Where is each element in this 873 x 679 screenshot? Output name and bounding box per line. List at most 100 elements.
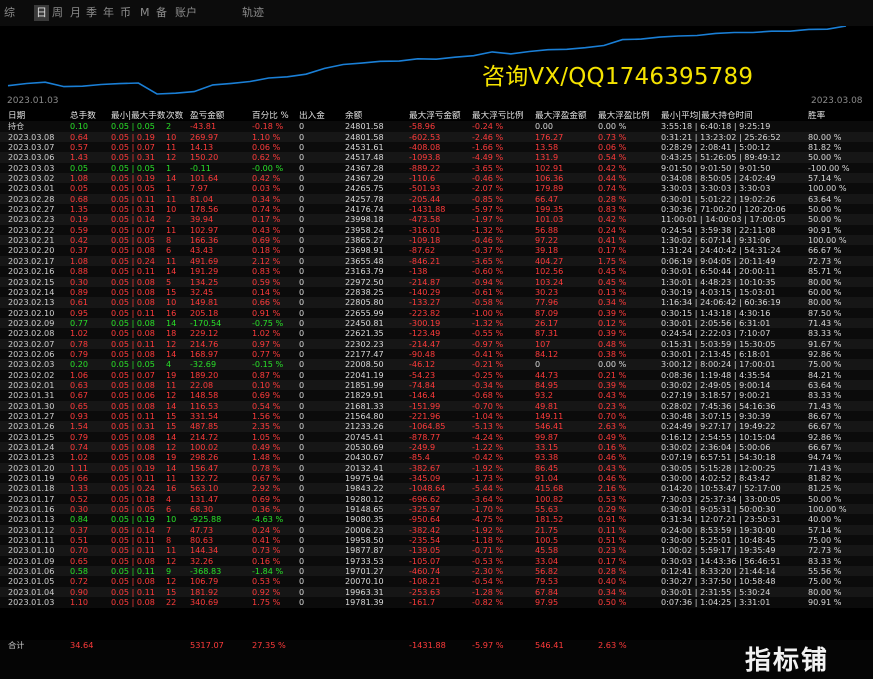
table-cell: 0 (299, 162, 305, 173)
toolbar-tab-7[interactable]: M (140, 5, 150, 21)
header-cell[interactable]: 胜率 (808, 111, 825, 121)
table-cell: 191.29 (190, 266, 219, 277)
toolbar-tab-9[interactable]: 账户 (175, 5, 197, 21)
table-cell: 2023.03.02 (8, 173, 55, 184)
table-cell: -4.24 % (472, 431, 504, 442)
toolbar-tab-5[interactable]: 年 (103, 5, 114, 21)
header-cell[interactable]: 盈亏金额 (190, 111, 224, 121)
table-cell: 24257.78 (345, 193, 384, 204)
table-cell: -2.46 % (472, 131, 504, 142)
table-cell: -5.13 % (472, 421, 504, 432)
toolbar-tab-0[interactable]: 综 (4, 5, 15, 21)
table-cell: 0.67 % (252, 473, 281, 484)
table-cell: 0.05 | 0.08 (111, 379, 155, 390)
table-cell: 0.24 % (598, 224, 627, 235)
table-cell: 23655.48 (345, 255, 384, 266)
table-cell: -1.04 % (472, 410, 504, 421)
header-cell[interactable]: 最小|平均|最大持仓时间 (661, 111, 753, 121)
table-cell: -5.44 % (472, 483, 504, 494)
table-cell: 0 (299, 328, 305, 339)
table-cell: 90.91 % (808, 224, 842, 235)
table-cell: 2023.02.27 (8, 204, 55, 215)
table-cell: -146.4 (409, 390, 436, 401)
table-cell: 23163.79 (345, 266, 384, 277)
table-cell: 0.05 | 0.06 (111, 390, 155, 401)
table-cell: 0.46 % (598, 473, 627, 484)
table-cell: 22805.80 (345, 297, 384, 308)
table-cell: 0.05 | 0.08 (111, 431, 155, 442)
table-cell: -0.94 % (472, 276, 504, 287)
header-cell[interactable]: 日期 (8, 111, 25, 121)
table-cell: 24265.75 (345, 183, 384, 194)
header-cell[interactable]: 次数 (166, 111, 183, 121)
table-cell: 15 (166, 421, 177, 432)
header-cell[interactable]: 百分比 % (252, 111, 289, 121)
toolbar-tab-2[interactable]: 周 (52, 5, 63, 21)
header-cell[interactable]: 最大浮亏金额 (409, 111, 461, 121)
table-row: 2023.01.16 0.30 0.05 | 0.05 6 68.30 0.36 % 0 19… (0, 504, 873, 515)
toolbar-tab-4[interactable]: 季 (86, 5, 97, 21)
table-cell: 0 (299, 152, 305, 163)
table-cell: 0:30:15 | 1:43:18 | 4:30:16 (661, 307, 771, 318)
table-cell: 0.97 % (252, 338, 281, 349)
table-cell: 2023.02.14 (8, 286, 55, 297)
table-cell: 11 (166, 142, 177, 153)
table-cell: 10 (166, 204, 177, 215)
table-cell: 0.05 | 0.08 (111, 297, 155, 308)
table-cell: 1.33 (70, 483, 89, 494)
table-cell: 19963.31 (345, 586, 384, 597)
table-cell: 0.05 | 0.31 (111, 152, 155, 163)
header-cell[interactable]: 最大浮亏比例 (472, 111, 524, 121)
table-row: 2023.01.05 0.72 0.05 | 0.08 12 106.79 0.53 % 0… (0, 576, 873, 587)
header-cell[interactable]: 最大浮盈金额 (535, 111, 587, 121)
table-cell: 100.82 (535, 493, 564, 504)
table-cell: 0.28 % (598, 566, 627, 577)
table-cell: 2.12 % (252, 255, 281, 266)
header-cell[interactable]: 最小|最大手数 (111, 111, 165, 121)
table-cell: 2 (166, 214, 172, 225)
table-cell: 0.39 % (598, 307, 627, 318)
toolbar-tab-1[interactable]: 日 (34, 5, 49, 21)
table-cell: 0.03 % (252, 183, 281, 194)
table-cell: 85.71 % (808, 266, 842, 277)
totals-cell: 27.35 % (252, 640, 286, 650)
table-cell: 80.63 (190, 535, 214, 546)
table-row: 2023.02.27 1.35 0.05 | 0.31 10 178.56 0.74 % 0… (0, 204, 873, 215)
toolbar-tab-10[interactable]: 轨迹 (242, 5, 264, 21)
table-cell: -90.48 (409, 348, 436, 359)
table-cell: -0.54 % (472, 576, 504, 587)
header-cell[interactable]: 出入金 (299, 111, 325, 121)
table-cell: 87.09 (535, 307, 559, 318)
table-cell: 22302.23 (345, 338, 384, 349)
table-cell: 19958.50 (345, 535, 384, 546)
table-cell: 19 (166, 452, 177, 463)
table-cell: 491.69 (190, 255, 219, 266)
table-cell: 97.95 (535, 597, 559, 608)
table-cell: 0.53 % (598, 493, 627, 504)
table-cell: 0.45 % (598, 276, 627, 287)
table-cell: 0.61 (70, 297, 89, 308)
table-cell: 132.72 (190, 473, 219, 484)
table-cell: -87.62 (409, 245, 436, 256)
table-cell: 0.59 % (252, 276, 281, 287)
table-cell: 0:30:01 | 9:05:31 | 50:00:30 (661, 504, 776, 515)
table-cell: 0:30:00 | 4:02:52 | 8:43:42 (661, 473, 771, 484)
table-cell: -0.97 % (472, 338, 504, 349)
toolbar-tab-6[interactable]: 币 (120, 5, 131, 21)
table-cell: 24517.48 (345, 152, 384, 163)
header-cell[interactable]: 最大浮盈比例 (598, 111, 650, 121)
toolbar-tab-8[interactable]: 备 (156, 5, 167, 21)
toolbar-tab-3[interactable]: 月 (70, 5, 81, 21)
table-cell: 84.21 % (808, 369, 842, 380)
table-cell: 331.54 (190, 410, 219, 421)
table-cell: 81.82 % (808, 473, 842, 484)
table-cell: -889.22 (409, 162, 441, 173)
table-cell: -58.96 (409, 121, 436, 132)
table-cell: 0 (299, 514, 305, 525)
table-cell: -501.93 (409, 183, 441, 194)
table-cell: 0:15:31 | 5:03:59 | 15:30:05 (661, 338, 776, 349)
header-cell[interactable]: 总手数 (70, 111, 96, 121)
table-cell: 1.08 (70, 255, 89, 266)
header-cell[interactable]: 余额 (345, 111, 362, 121)
table-cell: 11 (166, 255, 177, 266)
